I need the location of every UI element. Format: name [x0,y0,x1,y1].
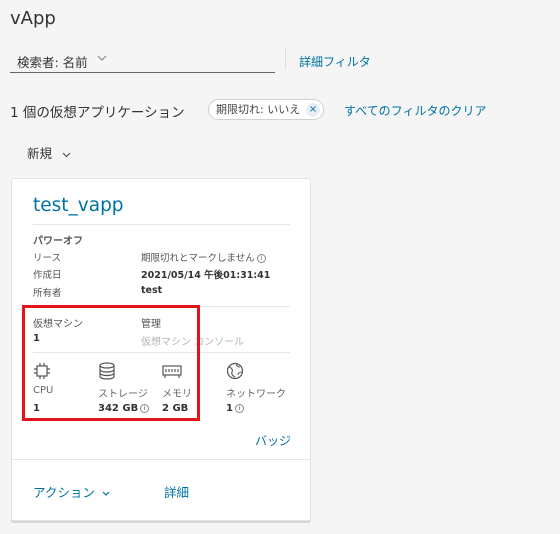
memory-value: 2 GB [162,403,189,414]
vm-console-link: 仮想マシン コンソール [141,337,245,348]
chevron-down-icon [102,491,110,496]
lease-label: リース [33,253,62,264]
network-label: ネットワーク [226,389,286,400]
network-icon [226,362,244,380]
vm-count: 1 [33,333,40,344]
clear-all-filters-link[interactable]: すべてのフィルタのクリア [344,102,486,119]
filter-chip-expired: 期限切れ: いいえ × [208,99,324,120]
memory-label: メモリ [162,389,192,400]
resource-memory: メモリ 2 GB [162,362,192,414]
resource-cpu: CPU 1 [33,362,53,414]
actions-menu-link[interactable]: アクション [33,482,110,501]
info-icon[interactable]: i [234,403,244,413]
memory-icon [162,365,182,378]
result-count: 1 個の仮想アプリケーション [10,105,185,121]
storage-value: 342 GB i [98,403,150,414]
search-by-label: 検索者: 名前 [17,55,88,70]
details-link[interactable]: 詳細 [164,482,189,501]
resource-network: ネットワーク 1i [226,362,286,414]
divider [33,352,290,353]
divider [12,459,310,460]
created-value: 2021/05/14 午後01:31:41 [141,270,271,281]
page-title: vApp [10,8,56,29]
created-label: 作成日 [33,270,62,281]
owner-label: 所有者 [33,288,62,299]
cpu-value: 1 [33,403,40,414]
advanced-filter-link[interactable]: 詳細フィルタ [299,53,371,70]
vm-label: 仮想マシン [33,319,83,330]
chevron-down-icon [97,55,107,61]
new-button[interactable]: 新規 [27,143,71,162]
badges-link[interactable]: バッジ [255,432,291,449]
new-button-label: 新規 [27,146,53,161]
divider [33,306,290,307]
close-icon[interactable]: × [306,103,320,117]
divider [285,48,286,70]
storage-icon [99,362,115,380]
vapp-card: test_vapp パワーオフ リース 期限切れとマークしません i 作成日 20… [11,178,311,521]
filter-chip-label: 期限切れ: いいえ [216,103,301,116]
management-label: 管理 [141,319,161,330]
owner-value: test [141,285,163,296]
power-status: パワーオフ [33,236,83,247]
vapp-name-link[interactable]: test_vapp [33,195,124,216]
results-row: 1 個の仮想アプリケーション 期限切れ: いいえ × すべてのフィルタのクリア [10,99,560,121]
info-icon[interactable]: i [140,403,150,413]
lease-value: 期限切れとマークしません i [141,250,266,264]
info-icon[interactable]: i [256,254,266,263]
chevron-down-icon [62,152,71,157]
cpu-label: CPU [33,385,54,396]
search-by-dropdown[interactable]: 検索者: 名前 [10,46,275,73]
search-row: 検索者: 名前 詳細フィルタ [10,46,560,76]
resource-storage: ストレージ 342 GB i [98,362,150,414]
divider [33,224,290,225]
network-value: 1i [226,403,244,414]
cpu-icon [34,363,50,379]
storage-label: ストレージ [98,389,148,400]
